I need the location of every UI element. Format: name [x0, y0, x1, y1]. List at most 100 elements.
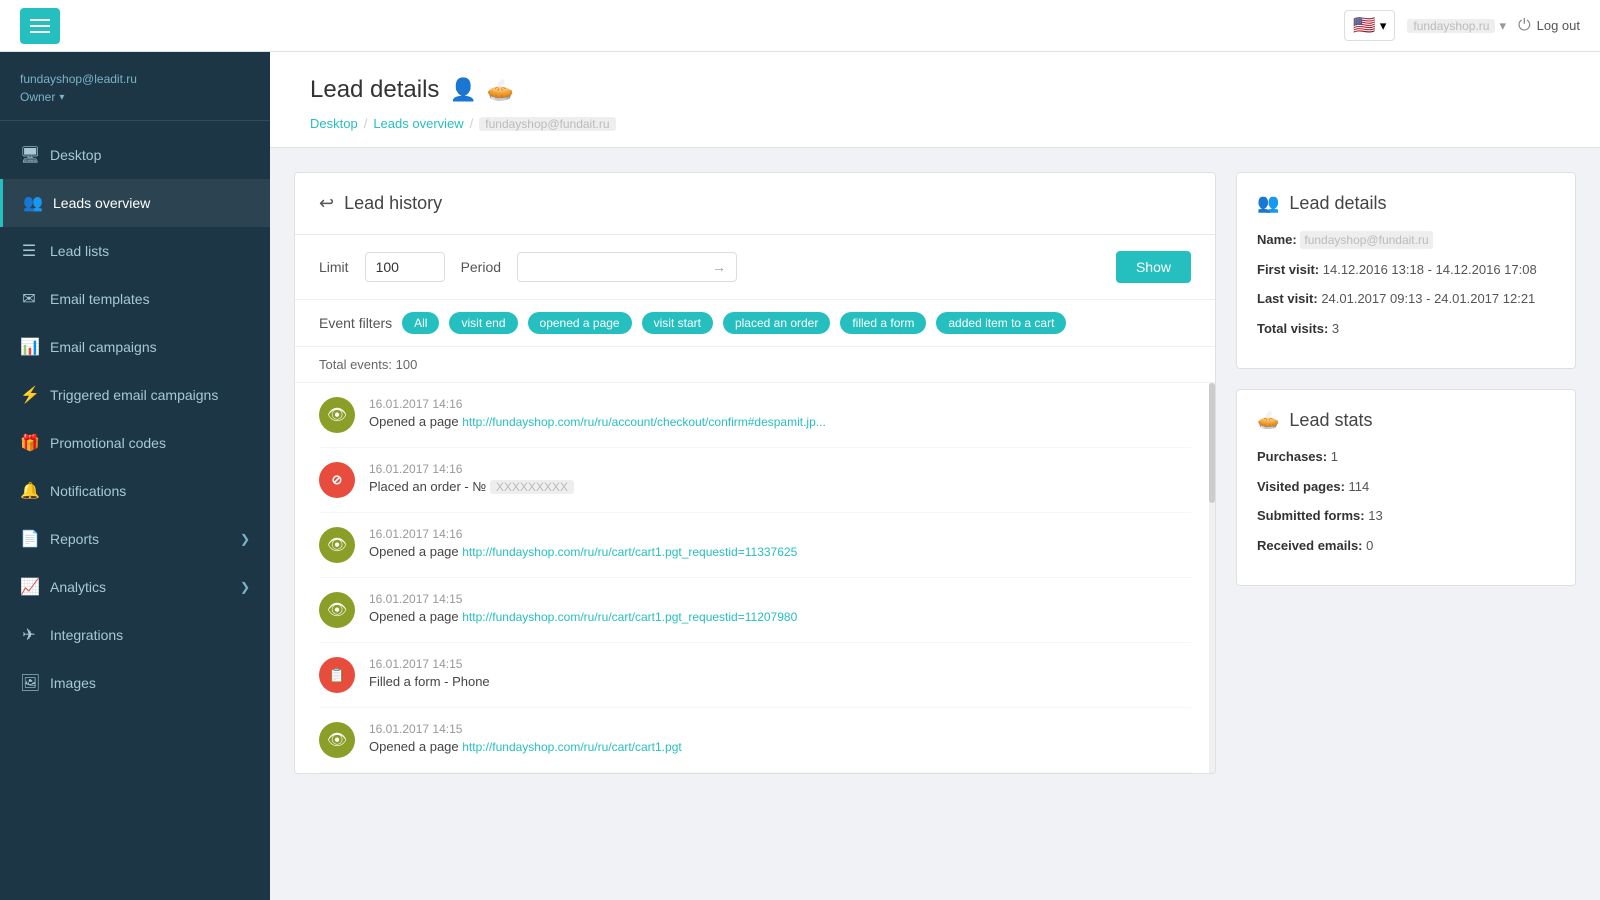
- breadcrumb-leads[interactable]: Leads overview: [373, 116, 463, 131]
- sidebar-item-email-templates[interactable]: ✉ Email templates: [0, 275, 270, 323]
- event-link[interactable]: http://fundayshop.com/ru/ru/cart/cart1.p…: [462, 740, 681, 754]
- lead-history-panel: ↩ Lead history Limit Period → Show Event…: [294, 172, 1216, 774]
- chart-icon: 🥧: [487, 77, 514, 103]
- scrollbar-thumb[interactable]: [1209, 383, 1215, 503]
- event-desc: Opened a page http://fundayshop.com/ru/r…: [369, 739, 1191, 754]
- sidebar-item-email-campaigns[interactable]: 📊 Email campaigns: [0, 323, 270, 371]
- visited-pages-value: 114: [1349, 479, 1370, 494]
- event-item: 👁 16.01.2017 14:15 Opened a page http://…: [319, 578, 1191, 643]
- right-panel: 👥 Lead details Name: fundayshop@fundait.…: [1236, 172, 1576, 774]
- reports-icon: 📄: [20, 529, 38, 549]
- sidebar-item-triggered-label: Triggered email campaigns: [50, 387, 250, 403]
- event-form-icon: 📋: [319, 657, 355, 693]
- tag-filled-form[interactable]: filled a form: [840, 312, 926, 334]
- total-events: Total events: 100: [295, 347, 1215, 383]
- sidebar-item-reports[interactable]: 📄 Reports ❯: [0, 515, 270, 563]
- lead-stats-icon: 🥧: [1257, 410, 1279, 431]
- breadcrumb-desktop[interactable]: Desktop: [310, 116, 358, 131]
- name-label: Name:: [1257, 232, 1297, 247]
- stat-received-emails-row: Received emails: 0: [1257, 536, 1555, 556]
- limit-label: Limit: [319, 259, 349, 275]
- sidebar-item-desktop[interactable]: Desktop: [0, 131, 270, 179]
- sidebar-role-label: Owner: [20, 90, 55, 104]
- tag-opened-page[interactable]: opened a page: [528, 312, 632, 334]
- sidebar-item-integrations-label: Integrations: [50, 627, 250, 643]
- desktop-icon: [20, 145, 38, 165]
- period-input[interactable]: [528, 260, 696, 275]
- email-campaigns-icon: 📊: [20, 337, 38, 357]
- purchases-value: 1: [1331, 449, 1338, 464]
- menu-toggle-button[interactable]: [20, 8, 60, 44]
- sidebar-user-email: fundayshop@leadit.ru: [20, 72, 250, 86]
- user-menu[interactable]: fundayshop.ru ▾: [1407, 18, 1506, 34]
- sidebar-item-lead-lists[interactable]: ☰ Lead lists: [0, 227, 270, 275]
- event-item: ⊘ 16.01.2017 14:16 Placed an order - № X…: [319, 448, 1191, 513]
- sidebar-item-notifications-label: Notifications: [50, 483, 250, 499]
- sidebar-role-dropdown[interactable]: Owner ▾: [20, 90, 250, 104]
- event-item: 👁 16.01.2017 14:16 Opened a page http://…: [319, 513, 1191, 578]
- leads-overview-icon: 👥: [23, 193, 41, 213]
- sidebar-item-integrations[interactable]: ✈ Integrations: [0, 611, 270, 659]
- lead-lists-icon: ☰: [20, 241, 38, 261]
- tag-visit-end[interactable]: visit end: [449, 312, 517, 334]
- logout-icon: ⏻: [1518, 17, 1531, 35]
- event-link[interactable]: http://fundayshop.com/ru/ru/cart/cart1.p…: [462, 610, 797, 624]
- tag-all[interactable]: All: [402, 312, 439, 334]
- total-visits-value: 3: [1332, 321, 1339, 336]
- notifications-icon: 🔔: [20, 481, 38, 501]
- logout-button[interactable]: ⏻ Log out: [1518, 17, 1580, 35]
- scrollbar-track: [1209, 383, 1215, 773]
- email-templates-icon: ✉: [20, 289, 38, 309]
- flag-dropdown-arrow: ▾: [1380, 18, 1387, 34]
- sidebar-item-analytics-label: Analytics: [50, 579, 228, 595]
- tag-added-cart[interactable]: added item to a cart: [936, 312, 1066, 334]
- event-desc: Opened a page http://fundayshop.com/ru/r…: [369, 414, 1191, 429]
- event-desc: Opened a page http://fundayshop.com/ru/r…: [369, 544, 1191, 559]
- period-arrow-icon: →: [712, 259, 726, 275]
- lead-details-card: 👥 Lead details Name: fundayshop@fundait.…: [1236, 172, 1576, 369]
- sidebar-item-lists-label: Lead lists: [50, 243, 250, 259]
- show-button[interactable]: Show: [1116, 251, 1191, 283]
- tag-visit-start[interactable]: visit start: [642, 312, 713, 334]
- event-link[interactable]: http://fundayshop.com/ru/ru/account/chec…: [462, 415, 826, 429]
- event-item: 📋 16.01.2017 14:15 Filled a form - Phone: [319, 643, 1191, 708]
- event-link[interactable]: http://fundayshop.com/ru/ru/cart/cart1.p…: [462, 545, 797, 559]
- sidebar-nav: Desktop 👥 Leads overview ☰ Lead lists ✉ …: [0, 121, 270, 717]
- tag-placed-order[interactable]: placed an order: [723, 312, 830, 334]
- sidebar-item-promo-codes[interactable]: 🎁 Promotional codes: [0, 419, 270, 467]
- person-icon: 👤: [449, 77, 476, 103]
- page-title-text: Lead details: [310, 76, 439, 104]
- sidebar-item-analytics[interactable]: 📈 Analytics ❯: [0, 563, 270, 611]
- sidebar-item-email-templates-label: Email templates: [50, 291, 250, 307]
- language-selector[interactable]: 🇺🇸 ▾: [1344, 10, 1395, 41]
- topbar-right: 🇺🇸 ▾ fundayshop.ru ▾ ⏻ Log out: [1344, 10, 1580, 41]
- user-dropdown-arrow: ▾: [1499, 18, 1506, 34]
- event-time: 16.01.2017 14:16: [369, 527, 1191, 541]
- period-input-container: →: [517, 252, 737, 282]
- sidebar-item-leads-overview[interactable]: 👥 Leads overview: [0, 179, 270, 227]
- received-emails-label: Received emails:: [1257, 538, 1363, 553]
- stat-purchases-row: Purchases: 1: [1257, 447, 1555, 467]
- submitted-forms-value: 13: [1368, 508, 1382, 523]
- event-content: 16.01.2017 14:15 Opened a page http://fu…: [369, 592, 1191, 624]
- sidebar-item-notifications[interactable]: 🔔 Notifications: [0, 467, 270, 515]
- purchases-label: Purchases:: [1257, 449, 1327, 464]
- lead-history-header: ↩ Lead history: [295, 173, 1215, 235]
- page-title: Lead details 👤 🥧: [310, 76, 1560, 104]
- event-eye-icon: 👁: [319, 722, 355, 758]
- detail-total-visits-row: Total visits: 3: [1257, 319, 1555, 339]
- topbar: 🇺🇸 ▾ fundayshop.ru ▾ ⏻ Log out: [0, 0, 1600, 52]
- sidebar-item-images-label: Images: [50, 675, 250, 691]
- analytics-expand-arrow: ❯: [240, 580, 250, 594]
- breadcrumb-sep-1: /: [364, 116, 368, 131]
- event-item: 👁 16.01.2017 14:16 Opened a page http://…: [319, 383, 1191, 448]
- limit-input[interactable]: [365, 252, 445, 282]
- sidebar-item-images[interactable]: 🖼 Images: [0, 659, 270, 707]
- sidebar-item-triggered-campaigns[interactable]: ⚡ Triggered email campaigns: [0, 371, 270, 419]
- sidebar-role-arrow: ▾: [59, 92, 64, 103]
- period-label: Period: [461, 259, 501, 275]
- sidebar-item-promo-label: Promotional codes: [50, 435, 250, 451]
- sidebar-item-email-campaigns-label: Email campaigns: [50, 339, 250, 355]
- sidebar-user: fundayshop@leadit.ru Owner ▾: [0, 52, 270, 121]
- lead-details-icon: 👥: [1257, 193, 1279, 214]
